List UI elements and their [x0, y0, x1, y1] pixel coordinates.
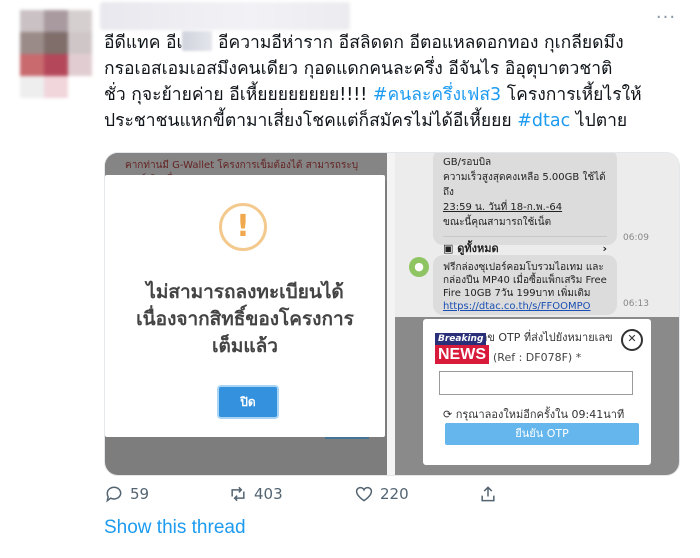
error-dialog: ! ไม่สามารถลงทะเบียนได้ เนื่องจากสิทธิ์ข…: [105, 175, 385, 437]
otp-confirm-button: ยืนยัน OTP: [445, 423, 639, 445]
redacted-user-name[interactable]: [100, 2, 350, 30]
sms-1-time: 06:09: [623, 233, 649, 243]
sms-1-line-4: ขณะนี้คุณสามารถใช้เน็ต: [443, 217, 552, 228]
show-thread-link[interactable]: Show this thread: [104, 517, 246, 539]
warning-icon: !: [219, 203, 267, 251]
tweet-text-segment: ไปตาย: [570, 111, 628, 131]
breaking-news-sticker: Breaking NEWS: [435, 333, 497, 365]
tweet-actions: 59 403 220: [104, 484, 604, 508]
tweet-media[interactable]: คากท่านมี G-Wallet โครงการเข็มต้องได้ สา…: [104, 152, 680, 476]
retweet-icon: [231, 486, 245, 502]
sms-1-line-1: GB/รอบบิล: [443, 157, 492, 168]
hashtag-link[interactable]: #คนละครึ่งเฟส3: [373, 85, 501, 105]
breaking-label: Breaking: [435, 333, 487, 345]
dialog-message-line-1: ไม่สามารถลงทะเบียนได้: [146, 281, 344, 303]
tweet-line: กรอเอสเอมเอสมึงคนเดียว กุอดแดกคนละครึ่ง …: [104, 56, 684, 82]
share-icon: [481, 486, 495, 502]
tweet-text-segment: กรอเอสเอมเอสมึงคนเดียว กุอดแดกคนละครึ่ง …: [104, 59, 613, 79]
dialog-message-line-2: เนื่องจากสิทธิ์ของโครงการ: [136, 308, 354, 330]
sms-1-line-2: ความเร็วสูงสุดคงเหลือ 5.00GB ใช้ได้ถึง: [443, 172, 606, 198]
sms-message-1: GB/รอบบิล ความเร็วสูงสุดคงเหลือ 5.00GB ใ…: [433, 153, 617, 255]
tweet-line: ชั่ว กุจะย้ายค่าย อีเหี้ยยยยยยยย!!!! #คน…: [104, 82, 684, 108]
sms-2-line-3: Fire 10GB 7วัน 199บาท เพิ่มเติม: [443, 288, 591, 299]
link-icon: ▣: [443, 242, 458, 255]
sms-1-view-all: ▣ ดูทั้งหมด ›: [443, 236, 607, 256]
sms-1-view-all-label: ดูทั้งหมด: [457, 242, 499, 255]
heart-icon: [355, 486, 373, 502]
sms-1-line-3: 23:59 น. วันที่ 18-ก.พ.-64: [443, 202, 563, 213]
sms-message-2: ฟรีกล่องซุเปอร์คอมโบรวมไอเทม และ กล่องปื…: [433, 255, 617, 315]
retweet-button[interactable]: 403: [228, 484, 283, 504]
tweet-text-segment: อีดีแทค อีเ: [104, 33, 183, 53]
like-button[interactable]: 220: [354, 484, 409, 504]
close-icon: ✕: [621, 329, 643, 351]
tweet-text-segment: ชั่ว กุจะย้ายค่าย อีเหี้ยยยยยยยย!!!!: [104, 85, 373, 105]
chevron-right-icon: ›: [602, 242, 607, 255]
otp-resend-label: กรุณาลองใหม่อีกครั้งใน 09:41นาที: [455, 408, 625, 421]
otp-dialog: กรอกเลข OTP ที่ส่งไปยังหมายเลข (Ref : DF…: [423, 319, 651, 465]
tweet-line: ประชาชนแหกขี้ตามาเสี่ยงโชคแต่ก็สมัครไม่ไ…: [104, 108, 684, 134]
sms-2-line-1: ฟรีกล่องซุเปอร์คอมโบรวมไอเทม และ: [443, 262, 604, 273]
dialog-message-line-3: เต็มแล้ว: [212, 335, 278, 357]
hashtag-link[interactable]: #dtac: [517, 111, 570, 131]
tweet-text: อีดีแทค อีเ อีความอีห่าราก อีสลิดดก อีตอ…: [104, 30, 684, 134]
media-image-left[interactable]: คากท่านมี G-Wallet โครงการเข็มต้องได้ สา…: [105, 153, 387, 475]
retweet-count: 403: [254, 485, 283, 503]
refresh-icon: ⟳: [443, 408, 456, 421]
tweet-text-segment: ประชาชนแหกขี้ตามาเสี่ยงโชคแต่ก็สมัครไม่ไ…: [104, 111, 518, 131]
avatar[interactable]: [20, 10, 92, 98]
like-count: 220: [380, 485, 409, 503]
reply-count: 59: [130, 485, 150, 503]
reply-button[interactable]: 59: [104, 484, 149, 504]
tweet-line: อีดีแทค อีเ อีความอีห่าราก อีสลิดดก อีตอ…: [104, 30, 684, 56]
censored-word: [182, 31, 213, 51]
dialog-message: ไม่สามารถลงทะเบียนได้ เนื่องจากสิทธิ์ของ…: [115, 279, 375, 360]
otp-ref: (Ref : DF078F) *: [493, 351, 582, 364]
tweet-text-segment: อีความอีห่าราก อีสลิดดก อีตอแหลดอกทอง กุ…: [212, 33, 624, 53]
sender-avatar-icon: ●: [409, 257, 429, 277]
news-label: NEWS: [435, 345, 489, 364]
sms-2-time: 06:13: [623, 299, 649, 309]
sms-2-link: https://dtac.co.th/s/FFOOMPO: [443, 301, 591, 312]
share-button[interactable]: [478, 484, 498, 504]
dialog-close-button: ปิด: [217, 385, 279, 419]
tweet-text-segment: โครงการเหี้ยไรให้: [501, 85, 642, 105]
more-options-icon[interactable]: ···: [652, 9, 680, 30]
reply-icon: [106, 486, 122, 503]
media-image-right[interactable]: GB/รอบบิล ความเร็วสูงสุดคงเหลือ 5.00GB ใ…: [395, 153, 679, 475]
otp-resend: ⟳ กรุณาลองใหม่อีกครั้งใน 09:41นาที: [443, 405, 624, 423]
otp-input: [439, 371, 633, 395]
sms-2-line-2: กล่องปืน MP40 เมื่อซื้อแพ็กเสริม Free: [443, 275, 607, 286]
